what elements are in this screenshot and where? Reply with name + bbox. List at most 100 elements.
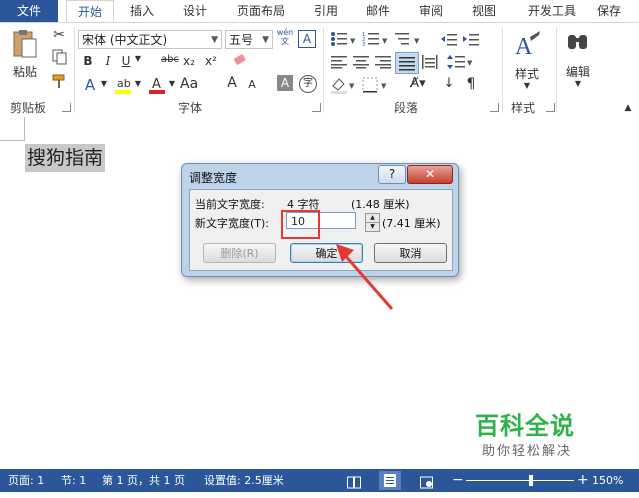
zoom-slider[interactable] [466, 480, 574, 481]
styles-launcher-icon[interactable] [546, 103, 555, 112]
web-layout-icon[interactable] [420, 474, 434, 489]
font-size-select[interactable]: 五号 ▼ [225, 30, 273, 49]
close-button[interactable]: ✕ [407, 165, 453, 184]
tab-developer[interactable]: 开发工具 [519, 0, 585, 22]
chevron-down-icon[interactable]: ▼ [574, 79, 582, 88]
cut-icon[interactable]: ✂ [49, 27, 69, 45]
tab-review[interactable]: 审阅 [408, 0, 454, 22]
new-width-cm: (7.41 厘米) [382, 217, 441, 230]
divider [323, 27, 324, 113]
paste-button[interactable]: 粘贴 [8, 63, 42, 80]
tab-references[interactable]: 引用 [303, 0, 349, 22]
annotation-highlight-box [281, 210, 320, 239]
multilevel-list-icon[interactable]: ▼ [394, 31, 422, 47]
subscript-button[interactable]: x₂ [180, 54, 198, 68]
font-size-value: 五号 [229, 33, 254, 47]
chevron-down-icon[interactable]: ▼ [523, 81, 531, 90]
adjust-width-dialog: 调整宽度 ? ✕ 当前文字宽度: 4 字符 (1.48 厘米) 新文字宽度(T)… [181, 163, 459, 277]
copy-icon[interactable] [49, 49, 69, 67]
show-marks-icon[interactable]: ¶ [462, 76, 480, 94]
svg-text:▼: ▼ [467, 59, 473, 67]
selected-document-text[interactable]: 搜狗指南 [25, 144, 106, 172]
menu-bar: 文件 开始 插入 设计 页面布局 引用 邮件 审阅 视图 开发工具 保存 [0, 0, 639, 24]
paragraph-launcher-icon[interactable] [490, 103, 499, 112]
svg-text:▼: ▼ [349, 82, 355, 90]
numbering-icon[interactable]: 1 2 3 ▼ [362, 31, 390, 48]
zoom-level[interactable]: 150% [592, 469, 623, 492]
collapse-ribbon-icon[interactable]: ▲ [623, 103, 633, 113]
phonetic-guide-icon[interactable]: wén 文 [275, 28, 295, 46]
sort-icon[interactable]: ↓ [440, 76, 458, 94]
shading-icon[interactable]: ▼ [330, 76, 356, 94]
svg-text:▼: ▼ [382, 37, 388, 45]
chevron-down-icon[interactable]: ▼ [168, 79, 176, 88]
enclose-characters-icon[interactable]: 字 [299, 75, 317, 93]
increase-indent-icon[interactable] [462, 31, 480, 47]
binoculars-icon[interactable] [564, 29, 592, 59]
font-name-select[interactable]: 宋体 (中文正文) ▼ [78, 30, 222, 49]
text-effects-icon[interactable]: A [80, 76, 100, 94]
chevron-down-icon[interactable]: ▼ [134, 54, 142, 63]
tab-save[interactable]: 保存 [597, 0, 639, 22]
zoom-in-icon[interactable]: + [577, 469, 589, 492]
file-tab[interactable]: 文件 [0, 0, 58, 22]
decrease-indent-icon[interactable] [440, 31, 458, 47]
clipboard-launcher-icon[interactable] [62, 103, 71, 112]
superscript-button[interactable]: x² [202, 54, 220, 68]
styles-button[interactable]: 样式 [510, 65, 544, 82]
align-center-icon[interactable] [352, 55, 370, 69]
help-button[interactable]: ? [378, 165, 406, 184]
status-section[interactable]: 节: 1 [61, 469, 86, 492]
status-page-of[interactable]: 第 1 页，共 1 页 [102, 469, 185, 492]
bullets-icon[interactable]: ▼ [330, 31, 358, 47]
editing-button[interactable]: 编辑 [561, 63, 595, 80]
margin-marker [0, 140, 24, 141]
shrink-font-button[interactable]: A [246, 78, 258, 91]
justify-icon[interactable] [395, 52, 419, 74]
read-mode-icon[interactable] [347, 474, 361, 489]
tab-home[interactable]: 开始 [66, 0, 114, 24]
strikethrough-button[interactable]: abc [158, 54, 182, 65]
grow-font-button[interactable]: A [224, 75, 240, 91]
line-spacing-icon[interactable]: ▼ [447, 53, 473, 71]
character-border-icon[interactable]: A [298, 30, 316, 48]
chinese-layout-icon[interactable]: A̸▾ [405, 76, 431, 94]
tab-view[interactable]: 视图 [461, 0, 507, 22]
borders-icon[interactable]: ▼ [362, 76, 388, 94]
status-page[interactable]: 页面: 1 [8, 469, 44, 492]
highlight-color-icon[interactable]: ab [114, 75, 132, 95]
svg-text:▼: ▼ [414, 37, 420, 45]
underline-button[interactable]: U [118, 54, 134, 68]
change-case-icon[interactable]: Aa [180, 76, 198, 92]
font-color-icon[interactable]: A [148, 75, 166, 95]
annotation-arrow-icon [336, 244, 394, 310]
styles-group-label: 样式 [511, 101, 536, 115]
clear-formatting-icon[interactable] [231, 52, 249, 70]
new-width-label: 新文字宽度(T): [195, 217, 270, 230]
distributed-icon[interactable] [421, 55, 439, 69]
status-setting[interactable]: 设置值: 2.5厘米 [204, 469, 284, 492]
zoom-slider-thumb[interactable] [528, 475, 533, 486]
chevron-down-icon[interactable]: ▼ [134, 79, 142, 88]
tab-insert[interactable]: 插入 [119, 0, 165, 22]
tab-design[interactable]: 设计 [172, 0, 218, 22]
spin-down-icon[interactable]: ▼ [365, 222, 380, 232]
tab-mailings[interactable]: 邮件 [355, 0, 401, 22]
styles-icon[interactable]: A [512, 29, 542, 61]
align-left-icon[interactable] [330, 55, 348, 69]
bold-button[interactable]: B [80, 54, 96, 68]
italic-button[interactable]: I [100, 54, 116, 68]
chevron-down-icon: ▼ [262, 35, 269, 45]
delete-button[interactable]: 删除(R) [203, 243, 276, 263]
tab-page-layout[interactable]: 页面布局 [228, 0, 294, 22]
paste-icon[interactable] [8, 29, 40, 59]
format-painter-icon[interactable] [49, 73, 69, 91]
character-shading-icon[interactable]: A [277, 75, 293, 91]
font-launcher-icon[interactable] [312, 103, 321, 112]
align-right-icon[interactable] [374, 55, 392, 69]
margin-marker [24, 117, 25, 141]
print-layout-icon[interactable] [379, 471, 401, 490]
ribbon: 粘贴 ✂ 剪贴板 宋体 (中文正文) ▼ 五号 ▼ wén 文 A B I U ▼ a… [0, 22, 639, 118]
zoom-out-icon[interactable]: − [452, 469, 464, 492]
chevron-down-icon[interactable]: ▼ [100, 79, 108, 88]
